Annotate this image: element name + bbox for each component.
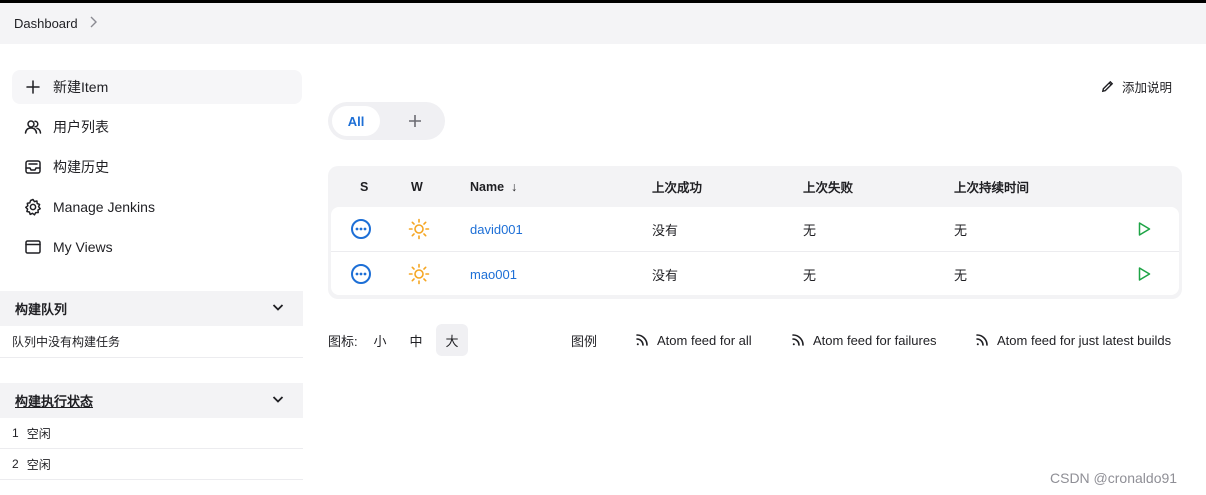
status-not-built-icon[interactable] [350, 252, 372, 296]
weather-sunny-icon [408, 207, 430, 251]
atom-feed-all-link[interactable]: Atom feed for all [635, 324, 752, 356]
icon-size-medium-button[interactable]: 中 [400, 324, 432, 356]
sidebar-item-my-views[interactable]: My Views [12, 230, 302, 264]
plus-icon [22, 76, 44, 98]
sidebar-item-label: My Views [53, 239, 113, 255]
chevron-down-icon[interactable] [271, 392, 285, 409]
add-view-button[interactable] [400, 106, 430, 136]
chevron-down-icon[interactable] [271, 300, 285, 317]
sidebar-item-label: Manage Jenkins [53, 199, 155, 215]
table-body: david001 没有 无 无 mao001 没有 无 无 [331, 207, 1179, 295]
executor-row: 1 空闲 [0, 418, 303, 449]
table-footer: 图标: 小 中 大 图例 Atom feed for all Atom feed… [328, 324, 1188, 356]
last-duration: 无 [954, 222, 968, 238]
sidebar-item-new-item[interactable]: 新建Item [12, 70, 302, 104]
build-queue-empty: 队列中没有构建任务 [0, 326, 303, 358]
last-failure: 无 [803, 267, 817, 283]
last-duration: 无 [954, 267, 968, 283]
atom-feed-failures-link[interactable]: Atom feed for failures [791, 324, 937, 356]
icon-size-label: 图标: [328, 333, 358, 349]
plus-icon [409, 115, 421, 127]
sidebar-item-manage-jenkins[interactable]: Manage Jenkins [12, 190, 302, 224]
add-description-label: 添加说明 [1122, 80, 1173, 95]
job-name-link[interactable]: mao001 [470, 252, 517, 296]
gear-icon [22, 196, 44, 218]
view-tabs: All [328, 102, 445, 140]
rss-icon [792, 334, 804, 346]
icon-size-small-button[interactable]: 小 [364, 324, 396, 356]
executor-number: 2 [12, 457, 19, 471]
breadcrumb: Dashboard [0, 3, 1206, 44]
add-description-link[interactable]: 添加说明 [1100, 76, 1172, 96]
build-queue-title: 构建队列 [15, 302, 68, 317]
last-success: 没有 [652, 267, 679, 283]
atom-feed-all-label: Atom feed for all [657, 332, 752, 348]
executor-row: 2 空闲 [0, 449, 303, 480]
play-icon[interactable] [1136, 252, 1152, 296]
column-header-name[interactable]: Name ↓ [470, 166, 517, 207]
legend-link[interactable]: 图例 [571, 324, 597, 356]
last-success: 没有 [652, 222, 679, 238]
atom-feed-latest-link[interactable]: Atom feed for just latest builds [975, 324, 1171, 356]
table-row: mao001 没有 无 无 [331, 251, 1179, 295]
sidebar-item-label: 新建Item [53, 79, 109, 95]
table-header: S W Name ↓ 上次成功 上次失败 上次持续时间 [328, 166, 1182, 207]
column-header-last-success[interactable]: 上次成功 [652, 166, 702, 207]
executor-status-title[interactable]: 构建执行状态 [15, 391, 93, 410]
last-failure: 无 [803, 222, 817, 238]
executor-state: 空闲 [26, 426, 51, 441]
column-header-last-failure[interactable]: 上次失败 [803, 166, 853, 207]
sidebar-item-label: 构建历史 [53, 159, 109, 175]
column-header-name-label: Name [470, 179, 505, 194]
atom-feed-latest-label: Atom feed for just latest builds [997, 332, 1172, 348]
breadcrumb-dashboard[interactable]: Dashboard [14, 16, 78, 31]
atom-feed-failures-label: Atom feed for failures [813, 332, 937, 348]
column-header-last-duration[interactable]: 上次持续时间 [954, 166, 1029, 207]
executor-status-header[interactable]: 构建执行状态 [0, 383, 303, 418]
watermark: CSDN @cronaldo91 [1050, 470, 1178, 486]
sidebar-item-users[interactable]: 用户列表 [12, 110, 302, 144]
tab-all[interactable]: All [332, 106, 380, 136]
users-icon [22, 116, 44, 138]
icon-size-large-button[interactable]: 大 [436, 324, 468, 356]
build-queue-header[interactable]: 构建队列 [0, 291, 303, 326]
rss-icon [636, 334, 648, 346]
play-icon[interactable] [1136, 207, 1152, 251]
executor-state: 空闲 [26, 457, 51, 472]
pencil-icon [1101, 80, 1114, 92]
chevron-right-icon[interactable] [88, 16, 98, 31]
rss-icon [976, 334, 988, 346]
table-row: david001 没有 无 无 [331, 207, 1179, 251]
window-icon [22, 236, 44, 258]
inbox-icon [22, 156, 44, 178]
build-queue-empty-text: 队列中没有构建任务 [12, 335, 121, 349]
sidebar-item-label: 用户列表 [53, 119, 109, 135]
sidebar-item-build-history[interactable]: 构建历史 [12, 150, 302, 184]
column-header-w[interactable]: W [411, 166, 423, 207]
column-header-s[interactable]: S [360, 166, 368, 207]
status-not-built-icon[interactable] [350, 207, 372, 251]
sort-arrow-icon: ↓ [511, 179, 518, 194]
weather-sunny-icon [408, 252, 430, 296]
projects-table: S W Name ↓ 上次成功 上次失败 上次持续时间 david001 没有 … [328, 166, 1182, 299]
executor-number: 1 [12, 426, 19, 440]
job-name-link[interactable]: david001 [470, 207, 523, 251]
sidebar: 新建Item 用户列表 构建历史 Manage Jenkins My Views… [0, 44, 303, 495]
